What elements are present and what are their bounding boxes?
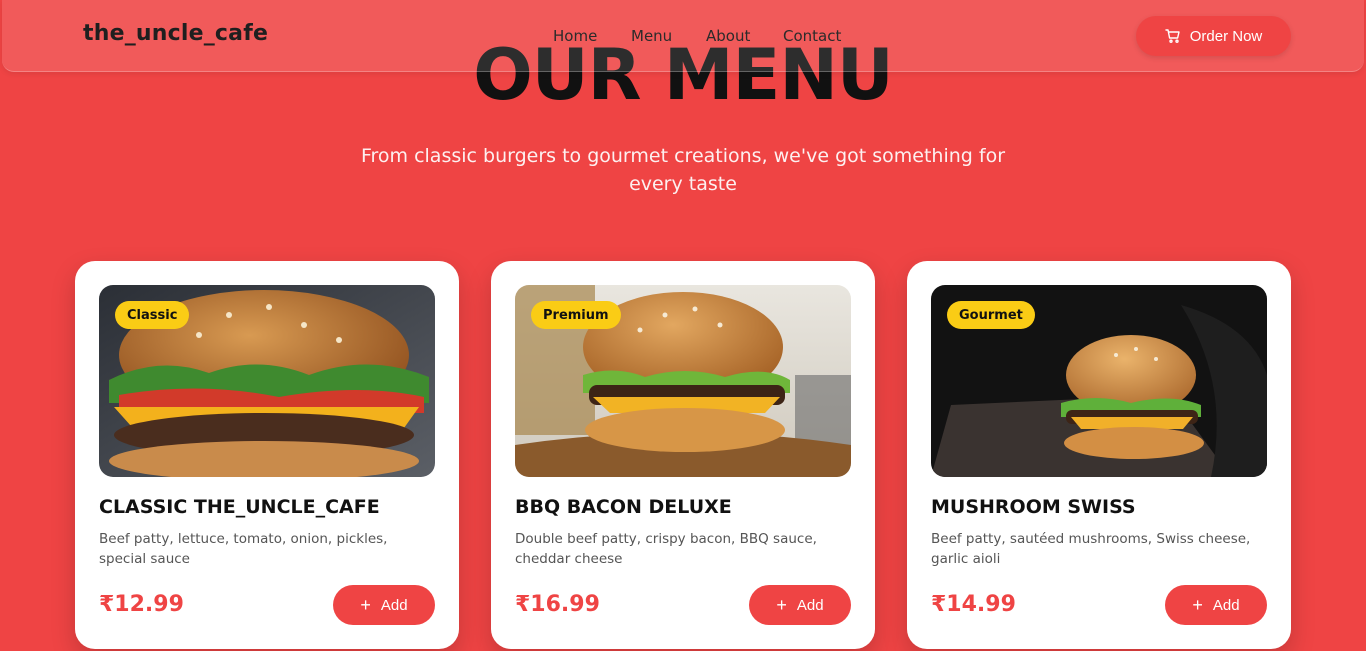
burger-image: Classic	[99, 285, 435, 477]
item-name: MUSHROOM SWISS	[931, 496, 1136, 518]
cart-icon	[1165, 29, 1180, 43]
item-name: BBQ BACON DELUXE	[515, 496, 732, 518]
item-description: Beef patty, lettuce, tomato, onion, pick…	[99, 531, 388, 567]
brand-logo[interactable]: the_uncle_cafe	[83, 21, 268, 46]
category-badge: Classic	[115, 301, 190, 329]
add-to-cart-button[interactable]: + Add	[1165, 585, 1267, 625]
category-badge: Premium	[531, 301, 621, 329]
item-price: ₹12.99	[99, 592, 184, 617]
burger-image: Premium	[515, 285, 851, 477]
item-description: Double beef patty, crispy bacon, BBQ sau…	[515, 531, 817, 567]
item-description: Beef patty, sautéed mushrooms, Swiss che…	[931, 531, 1251, 567]
page-subtitle: From classic burgers to gourmet creation…	[360, 145, 1006, 195]
item-price: ₹14.99	[931, 592, 1016, 617]
add-to-cart-button[interactable]: + Add	[333, 585, 435, 625]
category-badge: Gourmet	[947, 301, 1035, 329]
nav-link-contact[interactable]: Contact	[783, 27, 841, 45]
plus-icon: +	[1192, 595, 1203, 615]
menu-card-premium: Premium BBQ BACON DELUXE Double beef pat…	[491, 261, 875, 649]
add-label: Add	[796, 596, 824, 614]
add-label: Add	[1212, 596, 1240, 614]
add-to-cart-button[interactable]: + Add	[749, 585, 851, 625]
menu-card-gourmet: Gourmet MUSHROOM SWISS Beef patty, sauté…	[907, 261, 1291, 649]
add-label: Add	[380, 596, 408, 614]
nav-link-about[interactable]: About	[706, 27, 750, 45]
item-price: ₹16.99	[515, 592, 600, 617]
menu-card-classic: Classic CLASSIC THE_UNCLE_CAFE Beef patt…	[75, 261, 459, 649]
nav-link-menu[interactable]: Menu	[631, 27, 672, 45]
item-name: CLASSIC THE_UNCLE_CAFE	[99, 496, 380, 518]
navbar: the_uncle_cafe Home Menu About Contact O…	[2, 0, 1364, 72]
plus-icon: +	[776, 595, 787, 615]
burger-image: Gourmet	[931, 285, 1267, 477]
nav-link-home[interactable]: Home	[553, 27, 597, 45]
order-now-label: Order Now	[1189, 27, 1263, 45]
plus-icon: +	[360, 595, 371, 615]
order-now-button[interactable]: Order Now	[1136, 16, 1291, 56]
